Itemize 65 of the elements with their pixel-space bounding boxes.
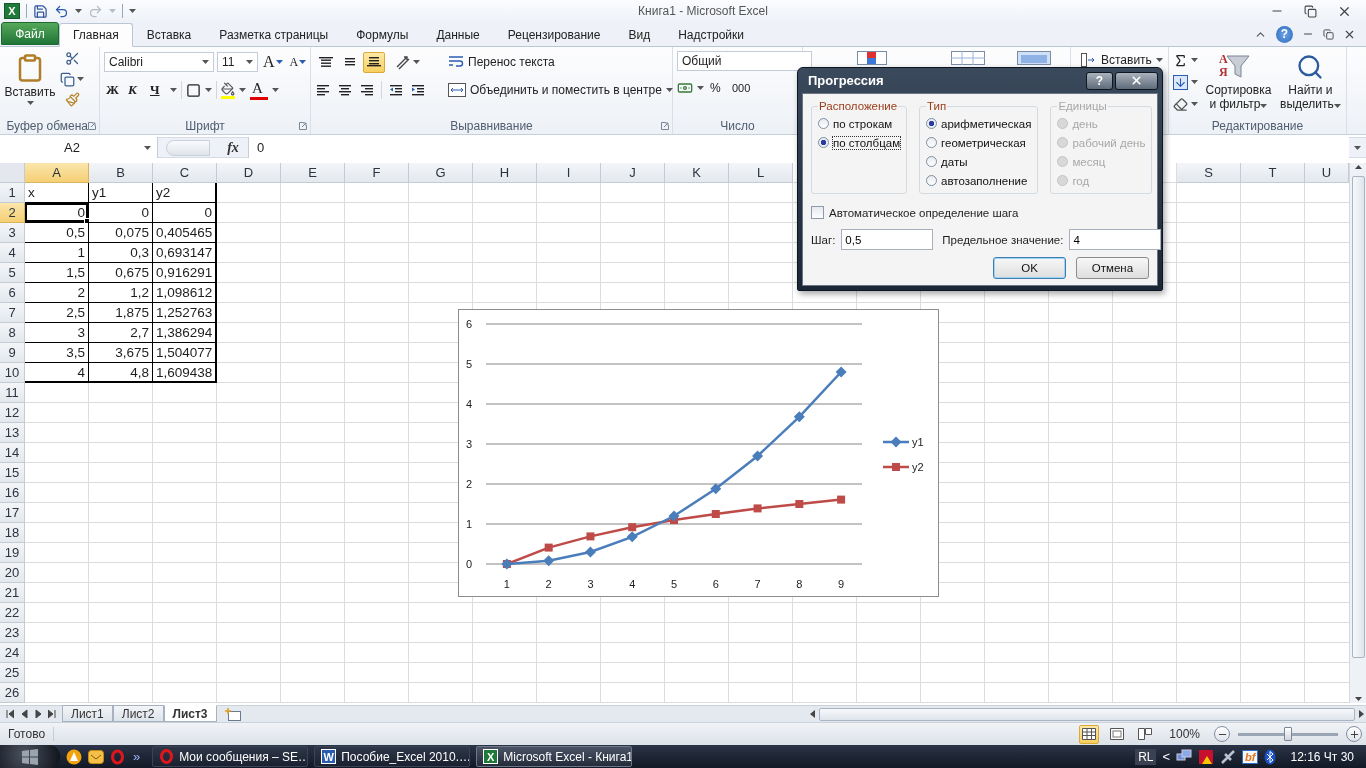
app-badge: X <box>483 749 499 764</box>
table-cell: 0,693147 <box>153 243 217 263</box>
table-cell: 2 <box>25 283 89 303</box>
field-label: Предельное значение: <box>942 233 1064 246</box>
group-label: Редактирование <box>1211 118 1304 133</box>
axis-label: 7 <box>754 578 761 590</box>
axis-label: 3 <box>587 578 594 590</box>
table-cell: 2,7 <box>89 323 153 343</box>
group-title: Тип <box>926 100 948 112</box>
group-title: Единицы <box>1057 100 1108 112</box>
table-cell: 0 <box>89 203 153 223</box>
sort-letters: AЯ <box>1218 53 1229 79</box>
table-cell: 0,075 <box>89 223 153 243</box>
window-title: Книга1 - Microsoft Excel <box>637 4 769 18</box>
axis-label: 8 <box>796 578 803 590</box>
table-cell: 0,405465 <box>153 223 217 243</box>
table-cell: 4 <box>25 363 89 383</box>
axis-label: 6 <box>712 578 719 590</box>
group-label: Буфер обмена <box>6 118 88 133</box>
app-badge: W <box>321 749 337 764</box>
table-cell: 3,675 <box>89 343 153 363</box>
table-cell: 0 <box>153 203 217 223</box>
table-cell: 4,8 <box>89 363 153 383</box>
table-cell: 1,5 <box>25 263 89 283</box>
axis-label: 6 <box>465 318 473 330</box>
table-cell: 1 <box>25 243 89 263</box>
table-cell: 1,504077 <box>153 343 217 363</box>
axis-label: 9 <box>838 578 845 590</box>
axis-label: 5 <box>465 358 473 370</box>
field-label: Шаг: <box>811 233 836 246</box>
table-cell: 1,875 <box>89 303 153 323</box>
axis-label: 4 <box>465 398 473 410</box>
table-cell: y1 <box>89 183 153 203</box>
group-label: Число <box>720 118 755 133</box>
table-cell: 1,2 <box>89 283 153 303</box>
table-cell: 3 <box>25 323 89 343</box>
status-text: Готово <box>8 727 55 741</box>
axis-label: 2 <box>465 478 473 490</box>
table-cell: 0,916291 <box>153 263 217 283</box>
legend-label: y1 <box>912 436 924 448</box>
axis-label: 1 <box>503 578 510 590</box>
table-cell: 3,5 <box>25 343 89 363</box>
table-cell: 1,386294 <box>153 323 217 343</box>
group-label: Выравнивание <box>450 118 533 133</box>
table-cell: 1,252763 <box>153 303 217 323</box>
axis-label: 2 <box>545 578 552 590</box>
table-cell: 2,5 <box>25 303 89 323</box>
axis-label: 1 <box>465 518 473 530</box>
clock: 12:16 Чт 30 <box>1289 749 1355 764</box>
axis-label: 3 <box>465 438 473 450</box>
table-cell: 0,5 <box>25 223 89 243</box>
axis-label: 0 <box>465 558 473 570</box>
group-label: Шрифт <box>185 118 225 133</box>
legend-label: y2 <box>912 461 924 473</box>
table-cell: 0,675 <box>89 263 153 283</box>
group-title: Расположение <box>818 100 899 112</box>
table-cell: x <box>25 183 89 203</box>
table-cell: 0,3 <box>89 243 153 263</box>
dialog-title: Прогрессия <box>808 73 885 88</box>
axis-label: 4 <box>629 578 636 590</box>
table-cell: 0 <box>25 203 89 223</box>
table-cell: 1,609438 <box>153 363 217 383</box>
table-cell: y2 <box>153 183 217 203</box>
table-cell: 1,098612 <box>153 283 217 303</box>
axis-label: 5 <box>670 578 678 590</box>
